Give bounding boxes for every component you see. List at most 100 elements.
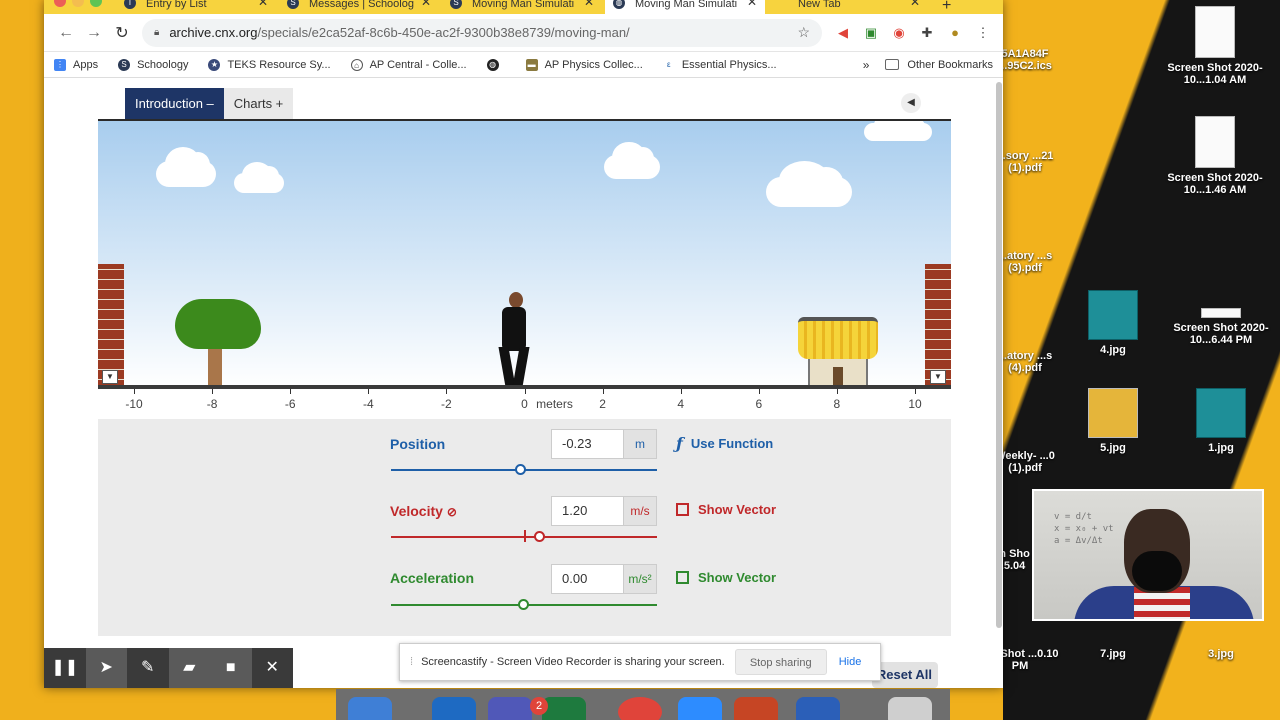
pen-icon[interactable]: ✎: [127, 648, 169, 688]
right-wall-toggle-icon[interactable]: ▼: [930, 370, 946, 384]
minimize-window-icon[interactable]: [72, 0, 84, 7]
velocity-vector-checkbox[interactable]: [676, 503, 689, 516]
close-icon[interactable]: ✕: [258, 0, 268, 8]
desktop-file-label: ...sory ...21 (1).pdf: [996, 150, 1054, 174]
tab-messages-schoology[interactable]: S Messages | Schoolog ✕: [279, 0, 439, 14]
tab-moving-man-1[interactable]: S Moving Man Simulati ✕: [442, 0, 602, 14]
house-roof: [798, 317, 878, 359]
maximize-window-icon[interactable]: [90, 0, 102, 7]
cloud: [766, 160, 852, 207]
tab-entry-by-list[interactable]: T Entry by List ✕: [116, 0, 276, 14]
word-icon[interactable]: [796, 697, 840, 720]
bookmarks-overflow-button[interactable]: »: [863, 58, 870, 72]
tab-new-tab[interactable]: New Tab ✕: [768, 0, 928, 14]
page-scrollbar[interactable]: [995, 78, 1003, 628]
tab-moving-man-2[interactable]: ◍ Moving Man Simulati ✕: [605, 0, 765, 14]
desktop-file-icon[interactable]: 4.jpg: [1058, 290, 1168, 356]
sound-toggle-icon[interactable]: ◀: [901, 93, 921, 113]
tab-charts[interactable]: Charts +: [223, 88, 294, 119]
bookmark-label: TEKS Resource Sy...: [227, 58, 331, 71]
position-field[interactable]: -0.23 m: [551, 429, 657, 459]
bookmark-teks[interactable]: ★ TEKS Resource Sy...: [208, 58, 331, 71]
desktop-file-icon[interactable]: Screen Shot 2020-10...1.46 AM: [1160, 116, 1270, 196]
bookmark-ap-central[interactable]: ⌂ AP Central - Colle...: [350, 58, 467, 71]
desktop-file-icon[interactable]: Screen Shot 2020-10...1.04 AM: [1160, 6, 1270, 86]
highlighter-icon[interactable]: ▰: [168, 648, 210, 688]
desktop-file-icon[interactable]: Screen Shot 2020-10...6.44 PM: [1166, 308, 1276, 346]
teams-icon[interactable]: [488, 697, 532, 720]
megaphone-extension-icon[interactable]: ◀: [834, 25, 852, 41]
acceleration-vector-checkbox[interactable]: [676, 571, 689, 584]
tab-introduction[interactable]: Introduction –: [125, 88, 224, 119]
menu-kebab-icon[interactable]: ⋮: [974, 25, 992, 41]
tac-icon: T: [124, 0, 136, 9]
velocity-slider[interactable]: [391, 530, 657, 542]
camera-icon[interactable]: ■: [210, 648, 252, 688]
velocity-slider-thumb[interactable]: [533, 531, 545, 542]
desktop-file-icon[interactable]: 3.jpg: [1166, 648, 1276, 660]
bookmark-globe[interactable]: ◍: [486, 58, 506, 71]
moving-man-head[interactable]: [509, 292, 523, 308]
position-slider-thumb[interactable]: [515, 464, 527, 475]
finder-icon[interactable]: [348, 697, 392, 720]
velocity-show-vector[interactable]: Show Vector: [676, 502, 776, 517]
ruler-unit-label: meters: [536, 397, 573, 411]
screencastify-extension-icon[interactable]: ▣: [862, 25, 880, 41]
new-tab-icon[interactable]: +: [942, 0, 951, 14]
zoom-icon[interactable]: [678, 697, 722, 720]
desktop-file-icon[interactable]: 1.jpg: [1166, 388, 1276, 454]
pause-icon[interactable]: ❚❚: [44, 648, 86, 688]
stop-sharing-button[interactable]: Stop sharing: [734, 649, 827, 675]
url-field[interactable]: 🔒︎ archive.cnx.org/specials/e2ca52af-8c6…: [142, 18, 822, 47]
excel-icon[interactable]: [542, 697, 586, 720]
bookmark-apps[interactable]: ⋮ Apps: [54, 58, 98, 71]
close-icon[interactable]: ✕: [584, 0, 594, 8]
profile-avatar-icon[interactable]: ●: [946, 25, 964, 41]
notification-badge: 2: [530, 697, 548, 715]
bookmark-essential-physics[interactable]: ε Essential Physics...: [662, 58, 777, 71]
hide-button[interactable]: Hide: [839, 656, 862, 668]
bookmark-schoology[interactable]: S Schoology: [118, 58, 188, 71]
trash-icon[interactable]: [888, 697, 932, 720]
forward-arrow-icon[interactable]: →: [80, 24, 108, 42]
desktop-file-icon[interactable]: 5.jpg: [1058, 388, 1168, 454]
pointer-icon[interactable]: ➤: [85, 648, 127, 688]
velocity-value[interactable]: 1.20: [552, 497, 623, 525]
use-function-button[interactable]: ƒ Use Function: [676, 434, 773, 453]
acceleration-slider[interactable]: [391, 599, 657, 610]
desktop-file-icon[interactable]: 7.jpg: [1058, 648, 1168, 660]
acceleration-slider-thumb[interactable]: [518, 599, 529, 610]
drag-handle-icon[interactable]: ⁞: [410, 656, 413, 668]
close-icon[interactable]: ✕: [421, 0, 431, 8]
scrollbar-thumb[interactable]: [996, 82, 1002, 628]
position-slider[interactable]: [391, 464, 657, 475]
reload-icon[interactable]: ↻: [108, 23, 136, 43]
record-extension-icon[interactable]: ◉: [890, 25, 908, 41]
moving-man-leg[interactable]: [512, 347, 530, 387]
left-wall-toggle-icon[interactable]: ▼: [102, 370, 118, 384]
velocity-field[interactable]: 1.20 m/s: [551, 496, 657, 526]
powerpoint-icon[interactable]: [734, 697, 778, 720]
moving-man[interactable]: [502, 307, 526, 351]
back-arrow-icon[interactable]: ←: [52, 24, 80, 42]
extension-icons: ◀ ▣ ◉ ✚ ● ⋮: [834, 25, 992, 41]
ruler-tick-mark: [290, 389, 292, 394]
close-icon[interactable]: ✕: [747, 0, 757, 8]
velocity-info-icon[interactable]: ⊘: [447, 505, 457, 519]
acceleration-field[interactable]: 0.00 m/s²: [551, 564, 657, 594]
position-value[interactable]: -0.23: [552, 430, 623, 458]
chrome-icon[interactable]: [618, 697, 662, 720]
outlook-icon[interactable]: [432, 697, 476, 720]
close-window-icon[interactable]: [54, 0, 66, 7]
puzzle-extension-icon[interactable]: ✚: [918, 25, 936, 41]
bookmark-star-icon[interactable]: ☆: [797, 24, 810, 41]
ruler-tick-label: -2: [441, 397, 452, 411]
acceleration-show-vector[interactable]: Show Vector: [676, 570, 776, 585]
other-bookmarks-folder[interactable]: Other Bookmarks: [885, 59, 993, 71]
close-icon[interactable]: ✕: [910, 0, 920, 8]
reset-all-button[interactable]: Reset All: [872, 662, 938, 688]
close-icon[interactable]: ✕: [252, 648, 294, 688]
acceleration-value[interactable]: 0.00: [552, 565, 623, 593]
desktop-file-label: 5.jpg: [1100, 442, 1126, 454]
bookmark-ap-physics[interactable]: ▬ AP Physics Collec...: [525, 58, 643, 71]
